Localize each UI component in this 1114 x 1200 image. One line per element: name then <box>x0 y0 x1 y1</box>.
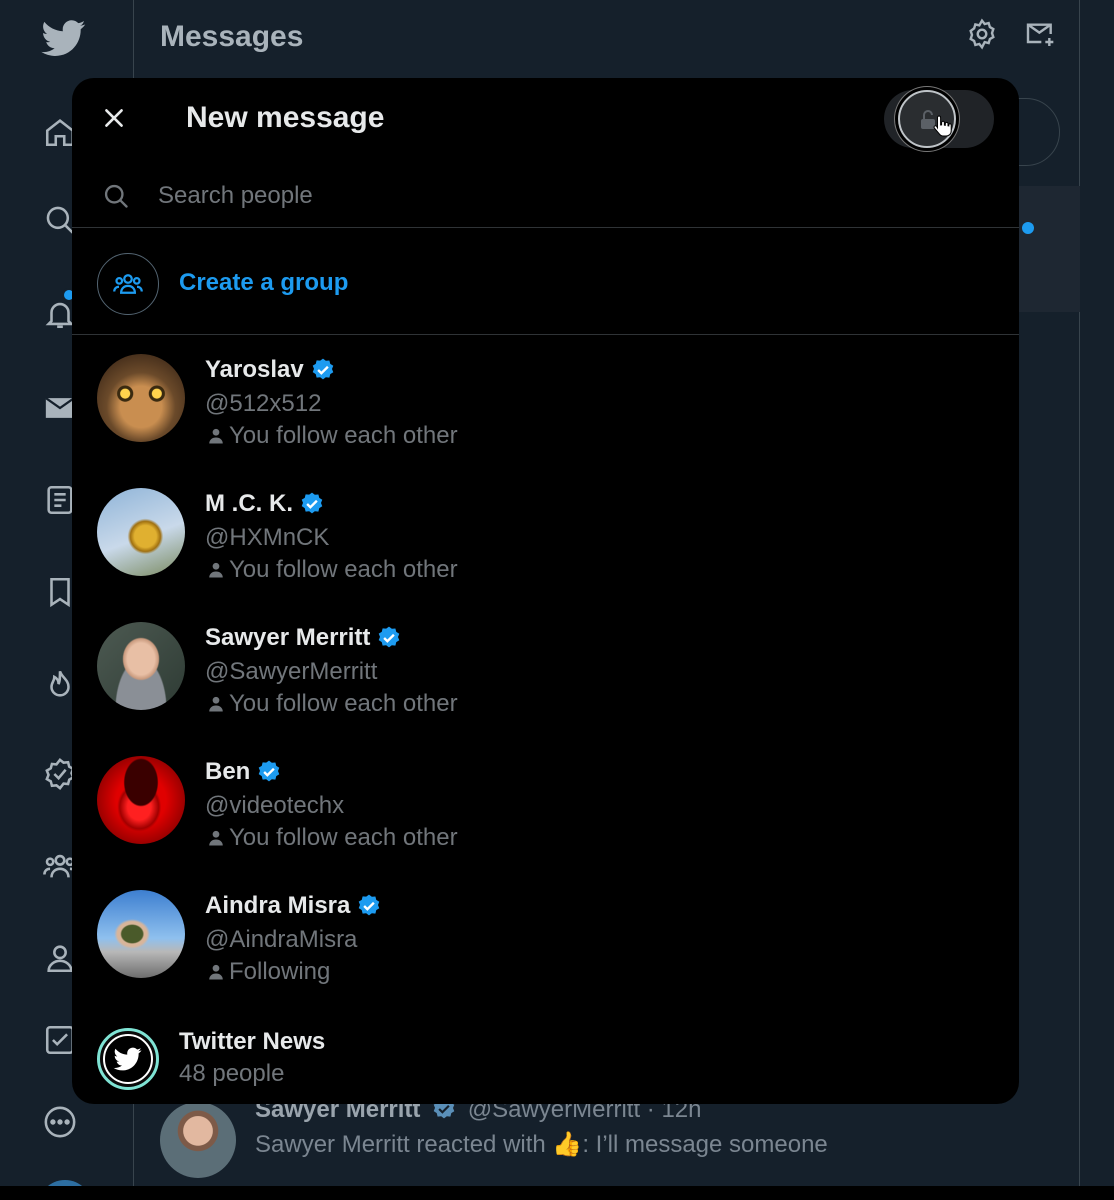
group-icon <box>113 274 143 294</box>
person-icon <box>209 830 223 846</box>
verified-icon <box>259 760 280 782</box>
avatar <box>97 622 185 710</box>
gear-icon[interactable] <box>966 18 1002 54</box>
verified-icon <box>359 894 380 916</box>
close-icon <box>105 109 123 127</box>
person-handle: @SawyerMerritt <box>205 658 378 685</box>
group-name: Twitter News <box>179 1028 326 1055</box>
verified-icon <box>312 358 334 380</box>
unread-dot <box>1022 222 1034 234</box>
person-row[interactable]: Ben @videotechx You follow each other <box>72 738 1019 872</box>
background-conversation[interactable]: Sawyer Merritt @SawyerMerritt · 12h Sawy… <box>160 1096 1060 1178</box>
conversation-preview: Sawyer Merritt reacted with 👍: I’ll mess… <box>255 1130 828 1159</box>
person-name: M .C. K. <box>205 490 293 517</box>
messages-title: Messages <box>160 20 304 53</box>
person-status-line: You follow each other <box>205 556 458 584</box>
group-avatar <box>97 1028 159 1090</box>
person-name-line: Sawyer Merritt <box>205 624 402 652</box>
search-icon <box>104 184 128 208</box>
person-status-line: Following <box>205 958 330 986</box>
twitter-bird-icon[interactable] <box>40 16 88 60</box>
person-name: Yaroslav <box>205 356 304 383</box>
more-icon[interactable] <box>38 1100 82 1144</box>
person-row[interactable]: Aindra Misra @AindraMisra Following <box>72 872 1019 1006</box>
person-row[interactable]: M .C. K. @HXMnCK You follow each other <box>72 470 1019 604</box>
person-handle: @AindraMisra <box>205 926 358 953</box>
group-icon-circle <box>97 253 159 315</box>
verified-icon <box>301 492 323 514</box>
person-name: Sawyer Merritt <box>205 624 371 651</box>
person-status: Following <box>229 958 331 985</box>
person-status: You follow each other <box>229 690 458 717</box>
group-member-count: 48 people <box>179 1060 285 1087</box>
person-name-line: Ben <box>205 758 282 786</box>
person-name: Ben <box>205 758 251 785</box>
person-status-line: You follow each other <box>205 824 458 852</box>
new-message-modal: New message Create a group Yaroslav @512… <box>72 78 1019 1104</box>
person-handle: @512x512 <box>205 390 322 417</box>
create-group-label: Create a group <box>179 269 349 296</box>
search-bar <box>72 164 1019 228</box>
person-handle: @videotechx <box>205 792 345 819</box>
group-avatar-inner <box>103 1034 153 1084</box>
person-status: You follow each other <box>229 556 458 583</box>
person-icon <box>209 562 223 578</box>
preview-suffix: : I’ll message someone <box>582 1131 828 1158</box>
thumbs-up-emoji: 👍 <box>552 1131 583 1158</box>
avatar <box>160 1102 236 1178</box>
person-icon <box>209 696 223 712</box>
new-message-icon[interactable] <box>1024 18 1060 54</box>
person-name-line: Aindra Misra <box>205 892 382 920</box>
modal-title: New message <box>186 101 385 134</box>
person-row[interactable]: Yaroslav @512x512 You follow each other <box>72 336 1019 470</box>
person-status: You follow each other <box>229 824 458 851</box>
person-status-line: You follow each other <box>205 422 458 450</box>
hand-cursor-icon <box>933 115 952 137</box>
person-status-line: You follow each other <box>205 690 458 718</box>
avatar <box>97 488 185 576</box>
search-input[interactable] <box>158 176 978 216</box>
person-row[interactable]: Sawyer Merritt @SawyerMerritt You follow… <box>72 604 1019 738</box>
preview-prefix: Sawyer Merritt reacted with <box>255 1131 553 1158</box>
person-handle: @HXMnCK <box>205 524 330 551</box>
group-row[interactable]: Twitter News 48 people <box>72 1010 1019 1100</box>
avatar <box>97 890 185 978</box>
avatar <box>97 756 185 844</box>
bottom-strip <box>0 1186 1114 1200</box>
person-name: Aindra Misra <box>205 892 351 919</box>
modal-header: New message <box>72 78 1019 160</box>
person-name-line: M .C. K. <box>205 490 325 518</box>
close-button[interactable] <box>94 98 134 138</box>
person-icon <box>209 964 223 980</box>
person-icon <box>209 428 223 444</box>
avatar <box>97 354 185 442</box>
twitter-bird-icon <box>113 1047 142 1071</box>
person-status: You follow each other <box>229 422 458 449</box>
verified-icon <box>379 626 400 648</box>
create-group-row[interactable]: Create a group <box>72 229 1019 335</box>
person-name-line: Yaroslav <box>205 356 336 384</box>
